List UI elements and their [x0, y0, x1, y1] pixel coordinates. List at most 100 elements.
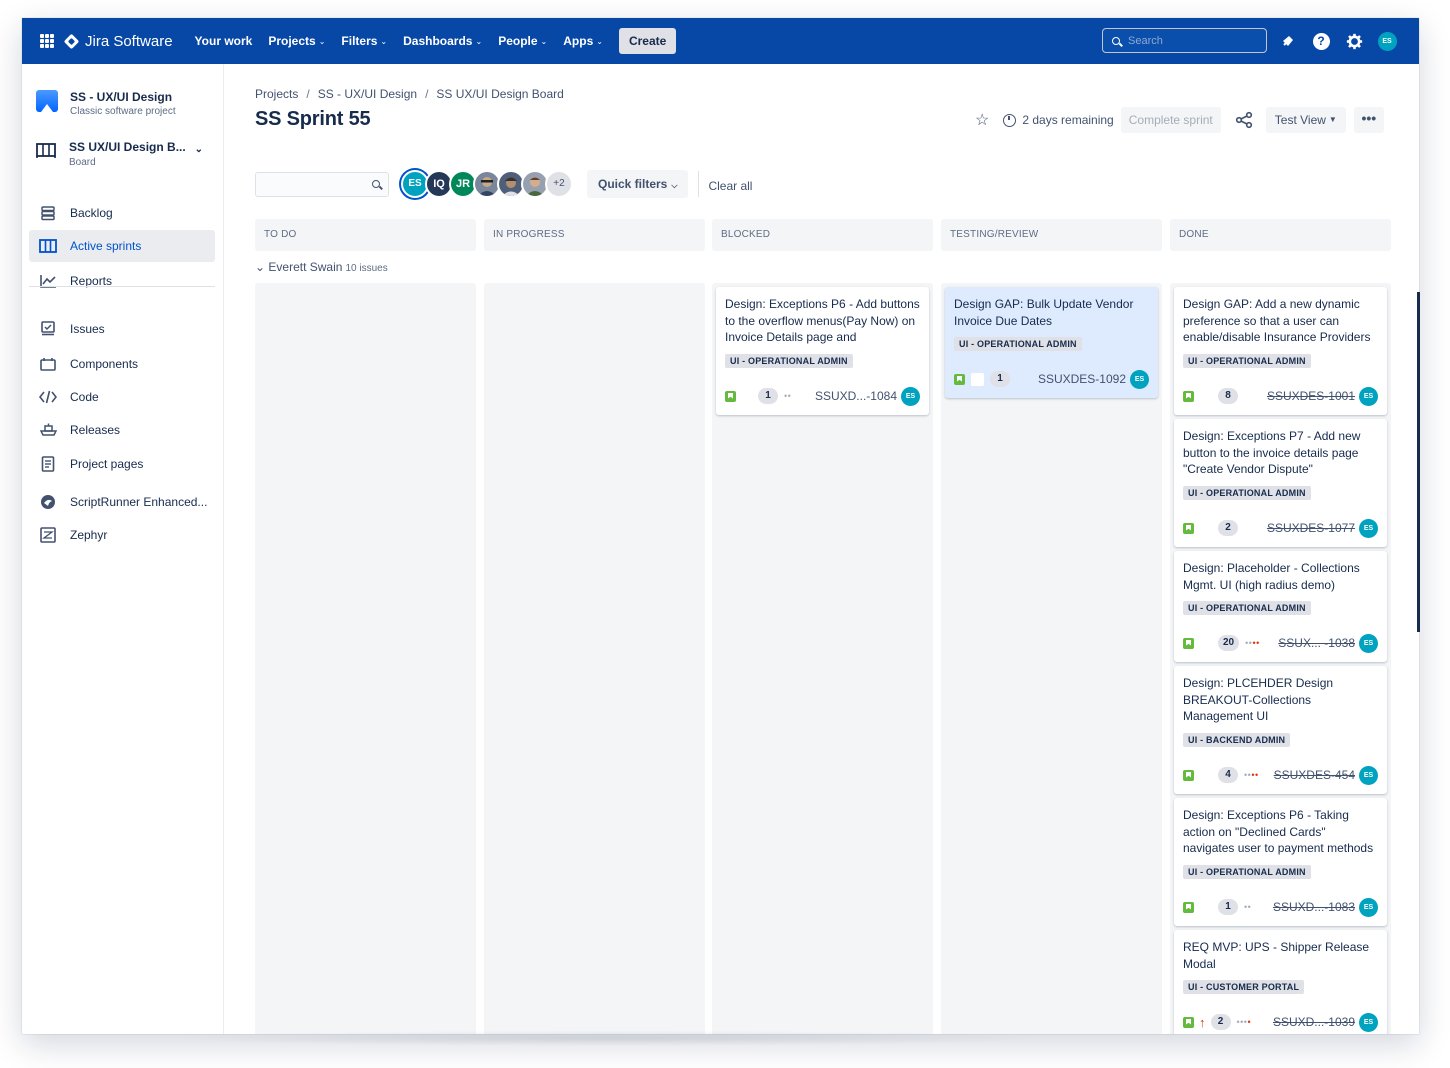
sidebar-item-issues[interactable]: Issues: [29, 313, 215, 345]
nav-your-work-label: Your work: [194, 34, 253, 48]
breadcrumb: Projects / SS - UX/UI Design / SS UX/UI De…: [255, 87, 564, 101]
swimlane-name: Everett Swain: [268, 260, 343, 274]
issue-key[interactable]: SSUXDES-1092: [1038, 372, 1126, 386]
nav-apps[interactable]: Apps ⌄: [563, 34, 603, 48]
story-icon: [1183, 637, 1194, 649]
assignee-avatar[interactable]: ES: [1130, 369, 1149, 389]
sidebar-item-components[interactable]: Components: [29, 348, 215, 380]
issue-key[interactable]: SSUXDES-1077: [1267, 521, 1355, 535]
more-actions-button[interactable]: •••: [1353, 107, 1384, 133]
user-avatar[interactable]: ES: [1377, 31, 1397, 51]
project-header[interactable]: SS - UX/UI Design Classic software proje…: [36, 90, 176, 117]
issue-key[interactable]: SSUXD...-1084: [815, 389, 897, 403]
issue-card[interactable]: Design GAP: Bulk Update Vendor Invoice D…: [945, 287, 1158, 398]
nav-filters-label: Filters: [341, 34, 378, 48]
issue-key[interactable]: SSUX... -1038: [1278, 636, 1355, 650]
swimlane-count: 10 issues: [345, 263, 388, 274]
global-search[interactable]: [1102, 28, 1267, 53]
nav-projects-label: Projects: [268, 34, 316, 48]
assignee-avatar[interactable]: ES: [1359, 633, 1378, 653]
issue-card[interactable]: Design: Exceptions P6 - Taking action on…: [1174, 798, 1387, 926]
chevron-down-icon: ⌄: [194, 144, 203, 155]
assignee-avatar[interactable]: ES: [1359, 386, 1378, 406]
assignee-avatar[interactable]: ES: [901, 386, 920, 406]
project-name: SS - UX/UI Design: [70, 90, 173, 104]
issue-key[interactable]: SSUXD...-1039: [1273, 1015, 1355, 1029]
nav-filters[interactable]: Filters ⌄: [341, 34, 387, 48]
board-selector[interactable]: SS UX/UI Design B... Board ⌄: [36, 140, 211, 168]
board-main: Projects / SS - UX/UI Design / SS UX/UI De…: [225, 64, 1419, 1034]
assignee-avatar[interactable]: ES: [1359, 765, 1378, 785]
nav-people-label: People: [498, 34, 538, 48]
breadcrumb-projects[interactable]: Projects: [255, 87, 298, 101]
share-icon[interactable]: [1235, 111, 1253, 129]
help-icon[interactable]: ?: [1311, 31, 1331, 51]
settings-gear-icon[interactable]: [1344, 31, 1364, 51]
board-search-input[interactable]: [255, 171, 389, 197]
view-selector[interactable]: Test View ▼: [1265, 107, 1346, 133]
jira-logo[interactable]: Jira Software: [63, 33, 173, 50]
issue-card[interactable]: Design: PLCEHDER Design BREAKOUT-Collect…: [1174, 666, 1387, 794]
epic-label: UI - BACKEND ADMIN: [1183, 732, 1291, 747]
issue-key[interactable]: SSUXD...-1083: [1273, 900, 1355, 914]
star-icon[interactable]: ☆: [975, 110, 989, 130]
nav-people[interactable]: People ⌄: [498, 34, 547, 48]
issue-card[interactable]: Design: Exceptions P6 - Add buttons to t…: [716, 287, 929, 415]
ship-icon: [39, 421, 57, 439]
epic-label: UI - OPERATIONAL ADMIN: [1183, 601, 1311, 615]
sidebar-item-label: Backlog: [70, 206, 113, 220]
quick-filters-button[interactable]: Quick filters ⌵: [587, 170, 689, 198]
clear-all-button[interactable]: Clear all: [708, 179, 752, 193]
sidebar-item-reports[interactable]: Reports: [29, 265, 215, 297]
sidebar-item-label: Code: [70, 390, 99, 404]
nav-your-work[interactable]: Your work: [195, 34, 253, 48]
issue-card[interactable]: Design: Placeholder - Collections Mgmt. …: [1174, 551, 1387, 662]
sidebar-item-active-sprints[interactable]: Active sprints: [29, 230, 215, 262]
sidebar-item-project-pages[interactable]: Project pages: [29, 448, 215, 480]
progress-dots-icon: ••••: [1245, 638, 1260, 648]
issue-card[interactable]: Design: Exceptions P7 - Add new button t…: [1174, 419, 1387, 547]
create-button[interactable]: Create: [618, 28, 677, 54]
issue-card[interactable]: Design GAP: Add a new dynamic preference…: [1174, 287, 1387, 415]
breadcrumb-project[interactable]: SS - UX/UI Design: [318, 87, 417, 101]
clock-icon: [1003, 113, 1017, 127]
sidebar-item-label: Project pages: [70, 457, 144, 471]
scriptrunner-icon: [39, 493, 57, 511]
board-columns-icon: [39, 237, 57, 255]
chart-line-icon: [39, 272, 57, 290]
swimlane-header[interactable]: ⌄ Everett Swain 10 issues: [255, 260, 388, 274]
avatar-filter-more[interactable]: +2: [545, 170, 573, 198]
filter-bar: ES IQ JR +2 Quick filters ⌵ Clear all: [255, 169, 752, 199]
checkbox-icon: [971, 372, 984, 386]
column-in-progress[interactable]: [484, 283, 705, 1034]
app-switcher-icon[interactable]: [40, 34, 54, 48]
assignee-avatar[interactable]: ES: [1359, 897, 1378, 917]
assignee-avatar[interactable]: ES: [1359, 1012, 1378, 1032]
nav-projects[interactable]: Projects ⌄: [268, 34, 325, 48]
story-icon: [1183, 901, 1194, 913]
card-summary: Design: Exceptions P6 - Taking action on…: [1183, 808, 1374, 855]
epic-label: UI - OPERATIONAL ADMIN: [1183, 353, 1311, 368]
sidebar-item-backlog[interactable]: Backlog: [29, 197, 215, 229]
issue-card[interactable]: REQ MVP: UPS - Shipper Release Modal UI …: [1174, 930, 1387, 1034]
column-header-testing-review: TESTING/REVIEW: [941, 219, 1162, 251]
chevron-down-icon: ⌄: [318, 36, 326, 46]
sidebar-item-code[interactable]: Code: [29, 381, 215, 413]
notifications-icon[interactable]: [1278, 31, 1298, 51]
estimate-badge: 2: [1210, 1014, 1231, 1030]
search-input[interactable]: [1128, 34, 1258, 47]
issue-key[interactable]: SSUXDES-454: [1274, 768, 1355, 782]
estimate-badge: 8: [1218, 388, 1238, 404]
progress-dots-icon: ••: [784, 391, 792, 401]
epic-label: UI - CUSTOMER PORTAL: [1183, 980, 1305, 994]
nav-dashboards[interactable]: Dashboards ⌄: [403, 34, 482, 48]
issue-key[interactable]: SSUXDES-1001: [1267, 389, 1355, 403]
sidebar-item-scriptrunner[interactable]: ScriptRunner Enhanced...: [29, 486, 215, 518]
assignee-avatar[interactable]: ES: [1359, 518, 1378, 538]
story-icon: [1183, 769, 1194, 781]
breadcrumb-board[interactable]: SS UX/UI Design Board: [436, 87, 563, 101]
column-todo[interactable]: [255, 283, 476, 1034]
sidebar-item-zephyr[interactable]: Zephyr: [29, 519, 215, 551]
complete-sprint-button[interactable]: Complete sprint: [1120, 107, 1221, 133]
sidebar-item-releases[interactable]: Releases: [29, 414, 215, 446]
